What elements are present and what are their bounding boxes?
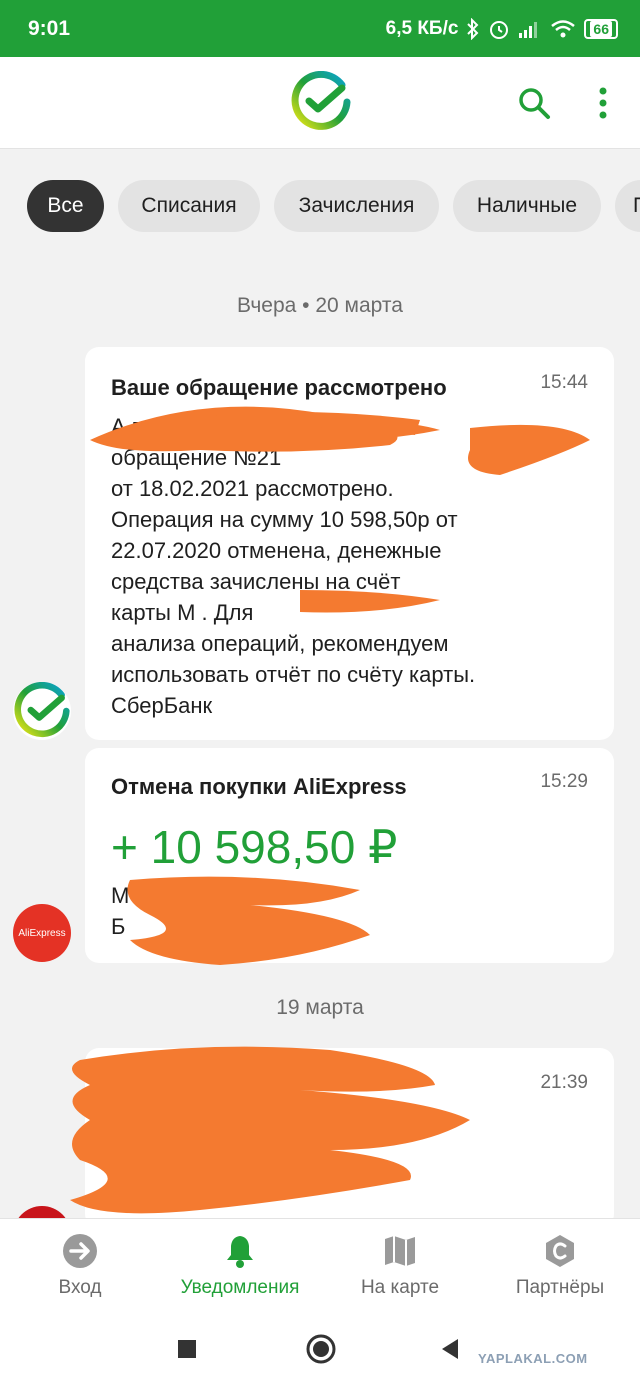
status-bar: 9:01 6,5 КБ/с 66	[0, 0, 640, 57]
nav-label: Вход	[58, 1277, 102, 1298]
status-time: 9:01	[28, 16, 71, 40]
system-navigation-bar	[0, 1311, 640, 1387]
more-vert-icon[interactable]	[593, 85, 613, 121]
battery-level: 66	[590, 20, 612, 37]
date-separator: Вчера • 20 марта	[237, 294, 403, 317]
chip-debits[interactable]: Списания	[118, 180, 260, 232]
network-speed: 6,5 КБ/с	[385, 17, 459, 39]
chip-more[interactable]: П	[615, 180, 640, 232]
wifi-icon	[550, 19, 576, 39]
nav-partners[interactable]: Партнёры	[480, 1219, 640, 1312]
watermark: YAPLAKAL.COM	[478, 1351, 588, 1366]
nav-login[interactable]: Вход	[0, 1219, 160, 1312]
home-icon[interactable]	[305, 1333, 337, 1365]
recents-icon[interactable]	[177, 1339, 197, 1359]
nav-label: На карте	[360, 1277, 440, 1298]
app-bar	[0, 57, 640, 149]
search-icon[interactable]	[516, 85, 552, 121]
nav-label: Партнёры	[515, 1277, 605, 1298]
battery-icon: 66	[584, 18, 618, 39]
status-icons: 6,5 КБ/с 66	[385, 17, 618, 40]
map-icon	[385, 1236, 415, 1266]
login-arrow-icon	[63, 1234, 97, 1268]
chip-all[interactable]: Все	[27, 180, 104, 232]
bottom-navigation: Вход Уведомления На карте Партнёры	[0, 1218, 640, 1311]
nav-map[interactable]: На карте	[320, 1219, 480, 1312]
bluetooth-icon	[466, 17, 480, 40]
cell-signal-icon	[518, 19, 542, 39]
chip-cash[interactable]: Наличные	[453, 180, 601, 232]
alarm-icon	[488, 18, 510, 40]
nav-notifications[interactable]: Уведомления	[160, 1219, 320, 1312]
sberbank-logo	[291, 71, 351, 130]
nav-label: Уведомления	[180, 1277, 300, 1298]
redaction-scribbles	[70, 406, 590, 1214]
bell-icon	[227, 1236, 253, 1268]
filter-chips: Все Списания Зачисления Наличные П	[0, 180, 640, 234]
chip-credits[interactable]: Зачисления	[274, 180, 439, 232]
back-icon[interactable]	[440, 1337, 460, 1361]
partners-icon	[546, 1235, 574, 1267]
